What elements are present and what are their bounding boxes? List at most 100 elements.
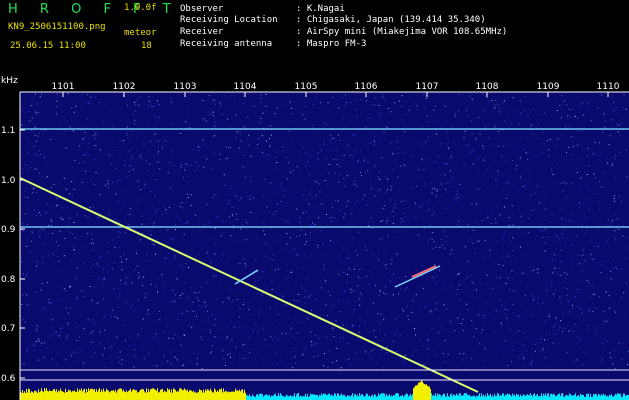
noise-speck <box>174 334 176 336</box>
noise-speck <box>540 309 542 310</box>
noise-speck <box>152 346 154 348</box>
noise-speck <box>346 101 347 103</box>
noise-speck <box>395 333 397 335</box>
noise-speck <box>306 241 308 243</box>
noise-speck <box>508 322 510 324</box>
noise-speck <box>419 340 421 342</box>
noise-speck <box>556 110 558 111</box>
noise-speck <box>285 125 287 127</box>
noise-speck <box>247 336 249 338</box>
noise-speck <box>378 200 380 202</box>
noise-speck <box>384 265 386 267</box>
level-bar <box>412 394 413 400</box>
noise-speck <box>138 272 139 274</box>
noise-speck <box>231 339 233 341</box>
noise-speck <box>304 289 306 291</box>
noise-speck <box>142 157 144 159</box>
noise-speck <box>222 233 224 235</box>
noise-speck <box>370 331 371 333</box>
noise-speck <box>87 149 89 151</box>
noise-speck <box>65 290 67 292</box>
noise-speck <box>606 321 608 323</box>
noise-speck <box>352 324 354 326</box>
noise-speck <box>41 342 43 344</box>
noise-speck <box>148 104 150 106</box>
noise-speck <box>125 340 127 341</box>
noise-speck <box>397 236 399 238</box>
level-bar <box>73 391 74 400</box>
noise-speck <box>243 326 245 328</box>
noise-speck <box>290 327 292 329</box>
noise-speck <box>310 331 312 333</box>
noise-speck <box>350 289 352 290</box>
level-bar <box>415 385 416 400</box>
noise-speck <box>83 137 85 139</box>
noise-speck <box>309 327 311 329</box>
noise-speck <box>105 323 107 325</box>
noise-speck <box>588 209 590 211</box>
level-bar <box>428 386 429 400</box>
noise-speck <box>529 168 531 170</box>
noise-speck <box>532 294 533 296</box>
level-bar <box>102 391 103 400</box>
noise-speck <box>519 157 521 159</box>
level-bar <box>582 394 583 400</box>
noise-speck <box>264 156 266 157</box>
noise-speck <box>373 132 375 134</box>
noise-speck <box>438 344 440 346</box>
noise-speck <box>196 363 198 365</box>
noise-speck <box>130 165 132 167</box>
level-bar <box>419 382 420 400</box>
noise-speck <box>600 271 602 273</box>
noise-speck <box>473 229 474 231</box>
level-bar <box>201 390 202 400</box>
noise-speck <box>172 289 173 291</box>
noise-speck <box>587 324 589 326</box>
noise-speck <box>32 122 34 124</box>
noise-speck <box>22 110 24 111</box>
noise-speck <box>445 236 447 237</box>
level-bar <box>471 396 472 400</box>
noise-speck <box>289 171 291 173</box>
noise-speck <box>43 356 45 358</box>
noise-speck <box>513 290 515 292</box>
noise-speck <box>36 329 38 331</box>
level-bar <box>531 395 532 400</box>
noise-speck <box>479 343 480 345</box>
noise-speck <box>116 315 118 317</box>
level-bar <box>455 395 456 400</box>
noise-speck <box>139 239 141 241</box>
noise-speck <box>293 173 295 175</box>
noise-speck <box>551 168 553 170</box>
noise-speck <box>531 124 532 126</box>
noise-speck <box>317 158 319 160</box>
noise-speck <box>585 232 587 234</box>
level-bar <box>379 395 380 400</box>
noise-speck <box>314 224 316 226</box>
noise-speck <box>572 145 574 147</box>
noise-speck <box>69 193 71 195</box>
noise-speck <box>286 149 288 151</box>
noise-speck <box>100 256 102 258</box>
noise-speck <box>229 147 231 148</box>
level-bar <box>243 392 244 400</box>
level-bar <box>586 394 587 400</box>
noise-speck <box>476 241 478 243</box>
level-bar <box>615 393 616 400</box>
noise-speck <box>348 301 350 303</box>
noise-speck <box>242 154 244 156</box>
noise-speck <box>124 160 125 161</box>
noise-speck <box>357 160 359 162</box>
level-bar <box>384 393 385 400</box>
noise-speck <box>429 310 431 312</box>
noise-speck <box>523 254 525 256</box>
level-bar <box>168 389 169 400</box>
noise-speck <box>512 97 514 99</box>
noise-speck <box>76 297 78 299</box>
noise-speck <box>31 117 33 119</box>
noise-speck <box>387 217 389 219</box>
level-bar <box>345 396 346 400</box>
noise-speck <box>202 118 204 120</box>
noise-speck <box>140 350 142 352</box>
noise-speck <box>392 222 394 224</box>
